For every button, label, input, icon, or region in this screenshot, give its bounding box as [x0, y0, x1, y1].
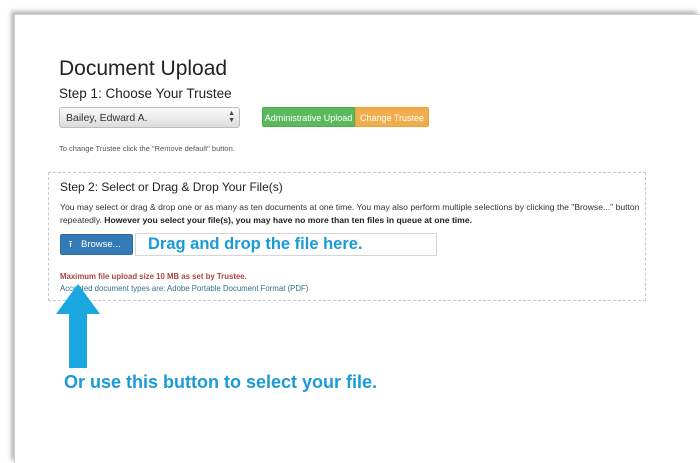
step1-title: Step 1: Choose Your Trustee: [59, 86, 232, 101]
browse-button[interactable]: ⭱ Browse...: [60, 234, 133, 255]
drop-callout: Drag and drop the file here.: [135, 233, 437, 256]
step2-description-bold: However you select your file(s), you may…: [104, 215, 472, 225]
upload-icon: ⭱: [69, 239, 73, 249]
trustee-select[interactable]: Bailey, Edward A. ▲ ▼: [59, 107, 240, 128]
button-callout: Or use this button to select your file.: [64, 372, 378, 392]
browse-button-label: Browse...: [81, 239, 121, 250]
step2-title: Step 2: Select or Drag & Drop Your File(…: [60, 180, 283, 194]
select-arrows-icon: ▲ ▼: [228, 110, 235, 124]
page-title: Document Upload: [59, 57, 228, 80]
trustee-hint: To change Trustee click the "Remove defa…: [59, 144, 235, 153]
administrative-upload-button[interactable]: Administrative Upload: [262, 107, 355, 127]
step2-description: You may select or drag & drop one or as …: [60, 201, 640, 227]
max-size-note: Maximum file upload size 10 MB as set by…: [60, 272, 247, 281]
arrow-up-icon: [56, 284, 100, 368]
change-trustee-button[interactable]: Change Trustee: [355, 107, 429, 127]
trustee-select-value: Bailey, Edward A.: [66, 112, 148, 124]
